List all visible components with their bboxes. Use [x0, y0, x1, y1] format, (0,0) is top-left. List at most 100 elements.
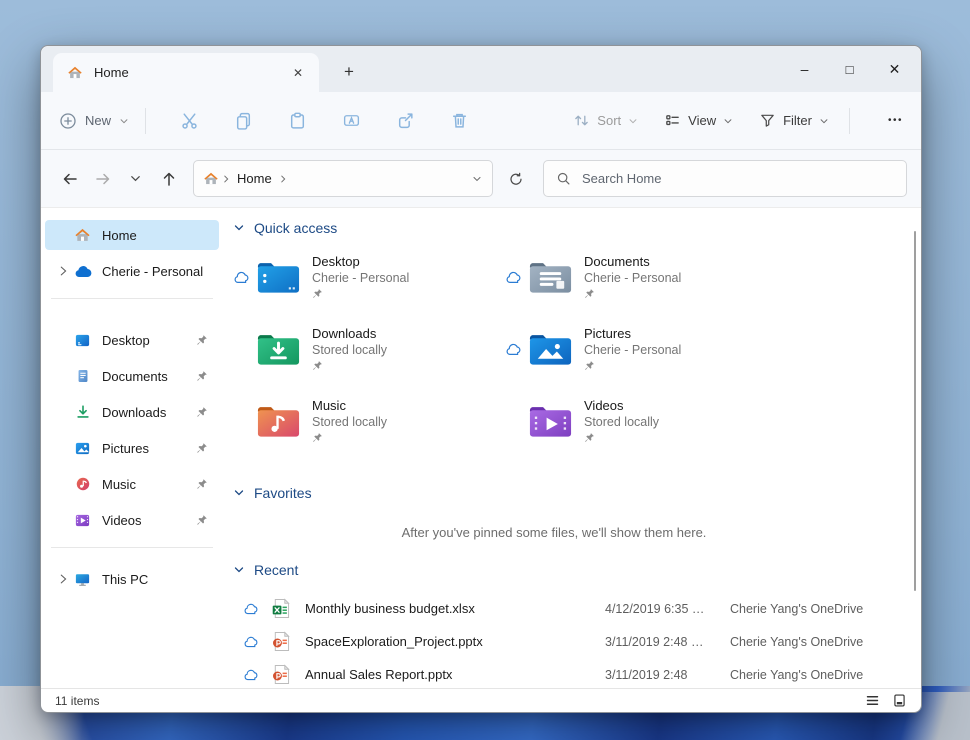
file-row[interactable]: SpaceExploration_Project.pptx 3/11/2019 …	[233, 625, 895, 658]
home-icon	[67, 65, 83, 81]
maximize-button[interactable]: □	[827, 49, 872, 89]
sidebar-item-pictures[interactable]: Pictures	[45, 433, 219, 463]
tab-close-icon[interactable]: ✕	[287, 62, 309, 84]
sidebar-item-label: Documents	[102, 369, 195, 384]
vertical-scrollbar[interactable]	[914, 231, 916, 591]
pin-icon	[195, 406, 209, 418]
tab-bar: Home ✕ + – □ ✕	[41, 46, 921, 92]
quick-access-item-desktop[interactable]: Desktop Cherie - Personal	[233, 246, 505, 308]
minimize-button[interactable]: –	[782, 49, 827, 89]
cut-button[interactable]	[162, 103, 216, 139]
search-icon	[556, 171, 571, 186]
up-button[interactable]	[152, 163, 185, 195]
sidebar-item-onedrive[interactable]: Cherie - Personal	[45, 256, 219, 286]
sidebar-item-videos[interactable]: Videos	[45, 505, 219, 535]
sidebar-spacer	[41, 315, 223, 325]
pin-icon	[195, 370, 209, 382]
videos-icon	[73, 512, 92, 529]
recent-files-list: Monthly business budget.xlsx 4/12/2019 6…	[233, 592, 895, 688]
section-title: Recent	[254, 562, 298, 578]
sidebar-item-music[interactable]: Music	[45, 469, 219, 499]
close-button[interactable]: ✕	[872, 49, 917, 89]
section-recent-header[interactable]: Recent	[233, 562, 895, 578]
file-row[interactable]: Monthly business budget.xlsx 4/12/2019 6…	[233, 592, 895, 625]
details-view-icon[interactable]	[865, 693, 880, 708]
chevron-down-icon[interactable]	[233, 222, 245, 234]
file-location: Cherie Yang's OneDrive	[730, 635, 863, 649]
refresh-button[interactable]	[499, 163, 533, 195]
powerpoint-file-icon	[271, 664, 291, 685]
desktop-icon	[73, 332, 92, 349]
quick-access-item-text: Pictures Cherie - Personal	[584, 326, 681, 372]
sidebar-item-documents[interactable]: Documents	[45, 361, 219, 391]
chevron-down-icon	[723, 116, 733, 126]
tab-label: Home	[94, 65, 287, 80]
more-options-button[interactable]: •••	[888, 115, 903, 126]
documents-icon	[73, 368, 92, 384]
sidebar-item-this-pc[interactable]: This PC	[45, 564, 219, 594]
excel-file-icon	[271, 598, 291, 619]
section-favorites-header[interactable]: Favorites	[233, 485, 895, 501]
delete-button[interactable]	[432, 103, 486, 139]
sidebar-item-label: Downloads	[102, 405, 195, 420]
pin-icon	[195, 334, 209, 346]
item-status: Cherie - Personal	[584, 343, 681, 357]
videos-folder-icon	[527, 402, 574, 440]
search-input[interactable]	[582, 171, 894, 186]
sidebar-item-home[interactable]: Home	[45, 220, 219, 250]
onedrive-icon	[73, 265, 92, 278]
file-row[interactable]: Annual Sales Report.pptx 3/11/2019 2:48 …	[233, 658, 895, 688]
copy-button[interactable]	[216, 103, 270, 139]
sidebar-item-label: Pictures	[102, 441, 195, 456]
pin-icon	[312, 432, 387, 444]
share-button[interactable]	[378, 103, 432, 139]
item-status: Cherie - Personal	[584, 271, 681, 285]
chevron-down-icon	[819, 116, 829, 126]
quick-access-item-documents[interactable]: Documents Cherie - Personal	[505, 246, 777, 308]
chevron-down-icon[interactable]	[233, 487, 245, 499]
address-dropdown-icon[interactable]	[471, 173, 483, 185]
quick-access-item-pictures[interactable]: Pictures Cherie - Personal	[505, 318, 777, 380]
navigation-bar: Home	[41, 150, 921, 208]
sort-label: Sort	[597, 113, 621, 128]
sort-button[interactable]: Sort	[573, 112, 638, 129]
back-button[interactable]	[53, 163, 86, 195]
chevron-right-icon[interactable]	[53, 265, 73, 277]
quick-access-item-music[interactable]: Music Stored locally	[233, 390, 505, 452]
large-icons-view-icon[interactable]	[892, 693, 907, 708]
chevron-right-icon[interactable]	[53, 573, 73, 585]
items-count: 11 items	[55, 694, 99, 708]
pin-icon	[312, 360, 387, 372]
quick-access-item-text: Downloads Stored locally	[312, 326, 387, 372]
item-status: Stored locally	[312, 415, 387, 429]
music-icon	[73, 476, 92, 492]
window-controls: – □ ✕	[782, 46, 917, 92]
quick-access-item-downloads[interactable]: Downloads Stored locally	[233, 318, 505, 380]
chevron-down-icon[interactable]	[233, 564, 245, 576]
section-title: Quick access	[254, 220, 337, 236]
view-button[interactable]: View	[664, 112, 733, 129]
item-name: Documents	[584, 254, 681, 269]
powerpoint-file-icon	[271, 631, 291, 652]
new-button[interactable]: New	[59, 112, 129, 130]
address-bar[interactable]: Home	[193, 160, 493, 197]
tab-home[interactable]: Home ✕	[53, 53, 319, 92]
quick-access-item-videos[interactable]: Videos Stored locally	[505, 390, 777, 452]
pin-icon	[195, 442, 209, 454]
paste-button[interactable]	[270, 103, 324, 139]
search-box[interactable]	[543, 160, 907, 197]
pin-icon	[584, 360, 681, 372]
recent-locations-button[interactable]	[119, 163, 152, 195]
forward-button[interactable]	[86, 163, 119, 195]
content-pane: Quick access Desktop Cherie - Personal	[223, 208, 921, 688]
filter-button[interactable]: Filter	[759, 112, 829, 129]
breadcrumb-home[interactable]: Home	[237, 171, 272, 186]
section-quick-access-header[interactable]: Quick access	[233, 220, 895, 236]
downloads-folder-icon	[255, 330, 302, 368]
new-tab-button[interactable]: +	[337, 60, 361, 84]
sidebar-item-desktop[interactable]: Desktop	[45, 325, 219, 355]
rename-button[interactable]	[324, 103, 378, 139]
pictures-folder-icon	[527, 330, 574, 368]
item-name: Desktop	[312, 254, 409, 269]
sidebar-item-downloads[interactable]: Downloads	[45, 397, 219, 427]
